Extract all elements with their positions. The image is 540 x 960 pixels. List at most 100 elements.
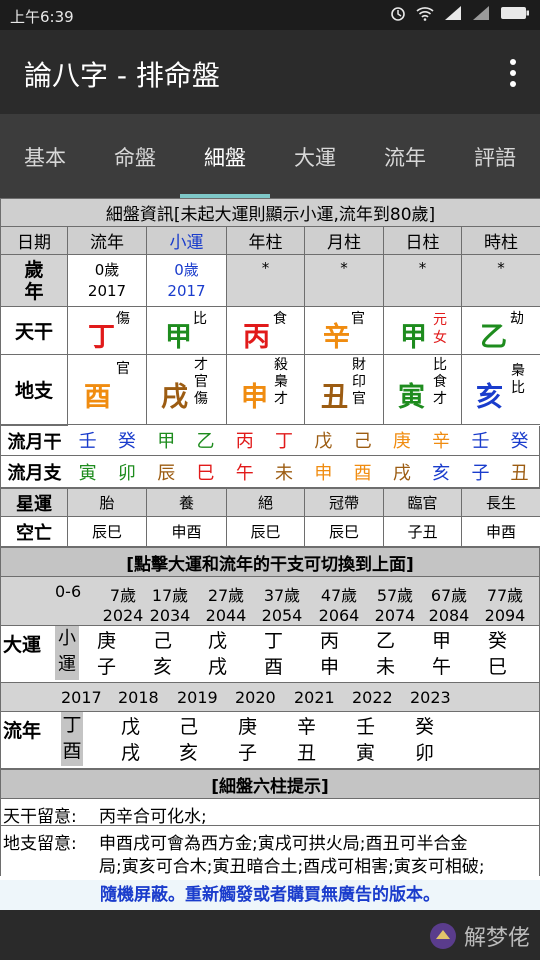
dayun-pillar-1[interactable]: 庚子 <box>97 628 116 680</box>
dayun-table: [點擊大運和流年的干支可切換到上面] <box>0 547 540 577</box>
dayun-age-0: 0-6 <box>55 582 82 601</box>
liuyue-gan-7[interactable]: 戊 <box>304 426 343 456</box>
more-menu-icon[interactable] <box>508 58 518 88</box>
liunian-year-3: 2019 <box>177 688 218 707</box>
col-header-liunian: 流年 <box>67 226 147 255</box>
liuyue-zhi-7[interactable]: 申 <box>303 455 343 488</box>
watermark: 解梦佬 <box>428 920 530 952</box>
row-label-xingyun: 星運 <box>0 488 68 517</box>
xiaoyun-age-cell[interactable]: 0歲 2017 <box>146 254 227 307</box>
dayun-age-5[interactable]: 47歲 2064 <box>309 582 369 625</box>
liuyue-zhi-12[interactable]: 丑 <box>500 455 540 488</box>
liunian-pillar-3[interactable]: 己亥 <box>179 714 198 766</box>
liuyue-zhi-3[interactable]: 辰 <box>146 455 186 488</box>
liunian-pillar-7[interactable]: 癸卯 <box>415 714 434 766</box>
wifi-icon <box>416 7 434 21</box>
tiangan-cell-liunian[interactable]: 丁傷 <box>67 306 147 355</box>
liunian-age-cell[interactable]: 0歲 2017 <box>67 254 147 307</box>
liunian-pillar-1[interactable]: 丁酉 <box>61 712 83 766</box>
dayun-pillar-6[interactable]: 乙未 <box>376 628 395 680</box>
liunian-year-4: 2020 <box>235 688 276 707</box>
signal-icon <box>445 6 461 20</box>
liuyue-zhi-5[interactable]: 午 <box>225 455 265 488</box>
dizhi-cell-xiaoyun[interactable]: 戌才官傷 <box>146 354 227 425</box>
dayun-age-4[interactable]: 37歲 2054 <box>252 582 312 625</box>
tab-liunian[interactable]: 流年 <box>360 142 450 172</box>
col-header-year-pillar: 年柱 <box>226 226 305 255</box>
row-label-kongwang: 空亡 <box>0 516 68 547</box>
row-label-liuyue-zhi: 流月支 <box>0 455 68 488</box>
dayun-pillar-3[interactable]: 戊戌 <box>208 628 227 680</box>
tab-basic[interactable]: 基本 <box>0 142 90 172</box>
liuyue-zhi-1[interactable]: 寅 <box>68 455 108 488</box>
dayun-age-8[interactable]: 77歲 2094 <box>475 582 535 625</box>
tiangan-cell-hour: 乙劫 <box>461 306 540 355</box>
liunian-years-row: 2017 2018 2019 2020 2021 2022 2023 <box>0 683 540 711</box>
liuyue-gan-10[interactable]: 辛 <box>422 426 461 456</box>
liuyue-gan-12[interactable]: 癸 <box>500 425 540 456</box>
dayun-pillar-2[interactable]: 己亥 <box>153 628 172 680</box>
dizhi-cell-hour: 亥梟比 <box>461 354 540 425</box>
liuyue-gan-11[interactable]: 壬 <box>461 426 500 456</box>
liuyue-zhi-10[interactable]: 亥 <box>421 455 461 488</box>
liunian-year-2: 2018 <box>118 688 159 707</box>
kongwang-year: 辰巳 <box>226 516 305 547</box>
dayun-age-2[interactable]: 17歲 2034 <box>140 582 200 625</box>
col-header-hour-pillar: 時柱 <box>461 226 540 255</box>
table-title: 細盤資訊[未起大運則顯示小運,流年到80歲] <box>0 198 540 227</box>
liuyue-zhi-2[interactable]: 卯 <box>107 455 147 488</box>
tab-detail-chart[interactable]: 細盤 <box>180 142 270 172</box>
app-title: 論八字 - 排命盤 <box>24 59 220 92</box>
status-bar: 上午6:39 <box>0 0 540 30</box>
tiangan-note-text: 丙辛合可化水; <box>99 807 207 827</box>
dayun-pillar-5[interactable]: 丙申 <box>320 628 339 680</box>
dizhi-cell-liunian[interactable]: 酉官 <box>67 354 147 425</box>
kongwang-xiaoyun: 申酉 <box>146 516 227 547</box>
xingyun-year: 絕 <box>226 488 305 517</box>
liunian-pillar-2[interactable]: 戊戌 <box>121 714 140 766</box>
dayun-pillar-7[interactable]: 甲午 <box>432 628 451 680</box>
xiaoyun-button[interactable]: 小運 <box>55 626 79 680</box>
liuyue-gan-3[interactable]: 甲 <box>147 426 186 456</box>
hint-table: [細盤六柱提示] <box>0 769 540 799</box>
liuyue-zhi-6[interactable]: 未 <box>264 455 304 488</box>
liuyue-gan-6[interactable]: 丁 <box>264 426 303 456</box>
dayun-pillars-row: 大運 小運 庚子 己亥 戊戌 丁酉 丙申 乙未 甲午 癸巳 <box>0 625 540 683</box>
dayun-ages-row: 0-6 7歲 2024 17歲 2034 27歲 2044 37歲 2054 47歲 20… <box>0 577 540 625</box>
hour-age-star: * <box>461 254 540 307</box>
tiangan-cell-xiaoyun[interactable]: 甲比 <box>146 306 227 355</box>
liunian-pillars-row: 流年 丁酉 戊戌 己亥 庚子 辛丑 壬寅 癸卯 <box>0 711 540 769</box>
liuyue-zhi-4[interactable]: 巳 <box>185 455 226 488</box>
liunian-pillar-4[interactable]: 庚子 <box>238 714 257 766</box>
liuyue-gan-1[interactable]: 壬 <box>68 426 107 456</box>
dayun-age-6[interactable]: 57歲 2074 <box>365 582 425 625</box>
col-header-xiaoyun: 小運 <box>146 226 227 255</box>
row-label-age: 歲年 <box>0 254 68 307</box>
liuyue-zhi-8[interactable]: 酉 <box>342 455 383 488</box>
dizhi-note-line1: 申酉戌可會為西方金;寅戌可拱火局;酉丑可半合金 <box>99 834 468 854</box>
xingyun-day: 臨官 <box>383 488 462 517</box>
tab-bar: 基本 命盤 細盤 大運 流年 評語 <box>0 114 540 198</box>
ad-banner[interactable]: 隨機屏蔽。重新觸發或者購買無廣告的版本。 <box>0 880 540 910</box>
liuyue-zhi-11[interactable]: 子 <box>460 455 501 488</box>
liuyue-zhi-9[interactable]: 戌 <box>382 455 422 488</box>
alarm-icon <box>391 7 405 21</box>
liuyue-gan-9[interactable]: 庚 <box>382 426 421 456</box>
hint-section-title: [細盤六柱提示] <box>0 769 540 799</box>
dayun-pillar-4[interactable]: 丁酉 <box>264 628 283 680</box>
liuyue-gan-8[interactable]: 己 <box>343 426 382 456</box>
liuyue-gan-5[interactable]: 丙 <box>225 426 264 456</box>
liunian-pillar-6[interactable]: 壬寅 <box>356 714 375 766</box>
tab-dayun[interactable]: 大運 <box>270 142 360 172</box>
tab-chart[interactable]: 命盤 <box>90 142 180 172</box>
tab-comments[interactable]: 評語 <box>450 142 540 172</box>
tiangan-cell-day: 甲元女 <box>383 306 462 355</box>
dayun-pillar-8[interactable]: 癸巳 <box>488 628 507 680</box>
dayun-age-3[interactable]: 27歲 2044 <box>196 582 256 625</box>
dayun-age-7[interactable]: 67歲 2084 <box>419 582 479 625</box>
liuyue-gan-2[interactable]: 癸 <box>107 426 146 456</box>
col-header-month-pillar: 月柱 <box>304 226 384 255</box>
liunian-pillar-5[interactable]: 辛丑 <box>297 714 316 766</box>
liuyue-gan-4[interactable]: 乙 <box>186 426 225 456</box>
kongwang-month: 辰巳 <box>304 516 384 547</box>
